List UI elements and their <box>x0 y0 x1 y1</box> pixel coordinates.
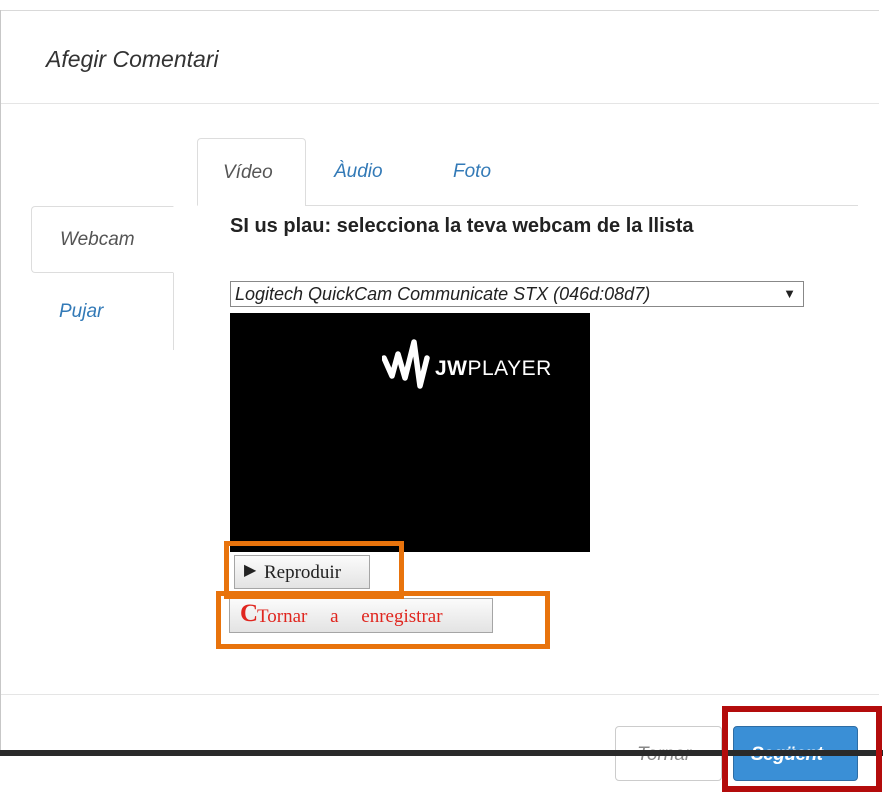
jwplayer-wordmark-bold: JW <box>435 357 468 380</box>
side-tab-upload[interactable]: Pujar <box>31 278 174 345</box>
dialog-left-border <box>0 10 1 750</box>
jwplayer-wordmark-light: PLAYER <box>467 357 552 380</box>
side-tab-webcam-label: Webcam <box>60 228 135 250</box>
footer-divider <box>1 694 880 695</box>
side-tabs-divider <box>173 273 174 350</box>
media-tabs-divider <box>305 205 858 206</box>
side-tab-webcam[interactable]: Webcam <box>31 206 174 273</box>
dialog-right-edge <box>879 10 883 750</box>
tab-photo-label: Foto <box>453 161 492 182</box>
jwplayer-logo-icon <box>382 339 430 389</box>
caret-down-icon: ▼ <box>783 286 796 301</box>
video-player[interactable]: JWPLAYER <box>230 313 590 552</box>
tab-audio[interactable]: Àudio <box>330 138 410 206</box>
dialog-title: Afegir Comentari <box>46 46 219 72</box>
jwplayer-wordmark: JWPLAYER <box>435 357 552 381</box>
side-tab-upload-label: Pujar <box>59 300 104 322</box>
webcam-select[interactable]: Logitech QuickCam Communicate STX (046d:… <box>230 281 804 307</box>
webcam-instruction: SI us plau: selecciona la teva webcam de… <box>230 215 694 237</box>
dialog-top-border <box>0 10 883 11</box>
next-highlight-box <box>722 706 882 792</box>
tab-audio-label: Àudio <box>334 161 383 182</box>
webcam-select-value: Logitech QuickCam Communicate STX (046d:… <box>235 284 651 304</box>
tab-video-label: Vídeo <box>223 162 273 183</box>
rerecord-highlight-box <box>216 591 550 649</box>
header-divider <box>1 103 880 104</box>
tab-photo[interactable]: Foto <box>450 138 520 206</box>
tab-video[interactable]: Vídeo <box>197 138 306 206</box>
add-comment-dialog: Afegir Comentari Webcam Pujar Vídeo Àudi… <box>0 0 883 792</box>
